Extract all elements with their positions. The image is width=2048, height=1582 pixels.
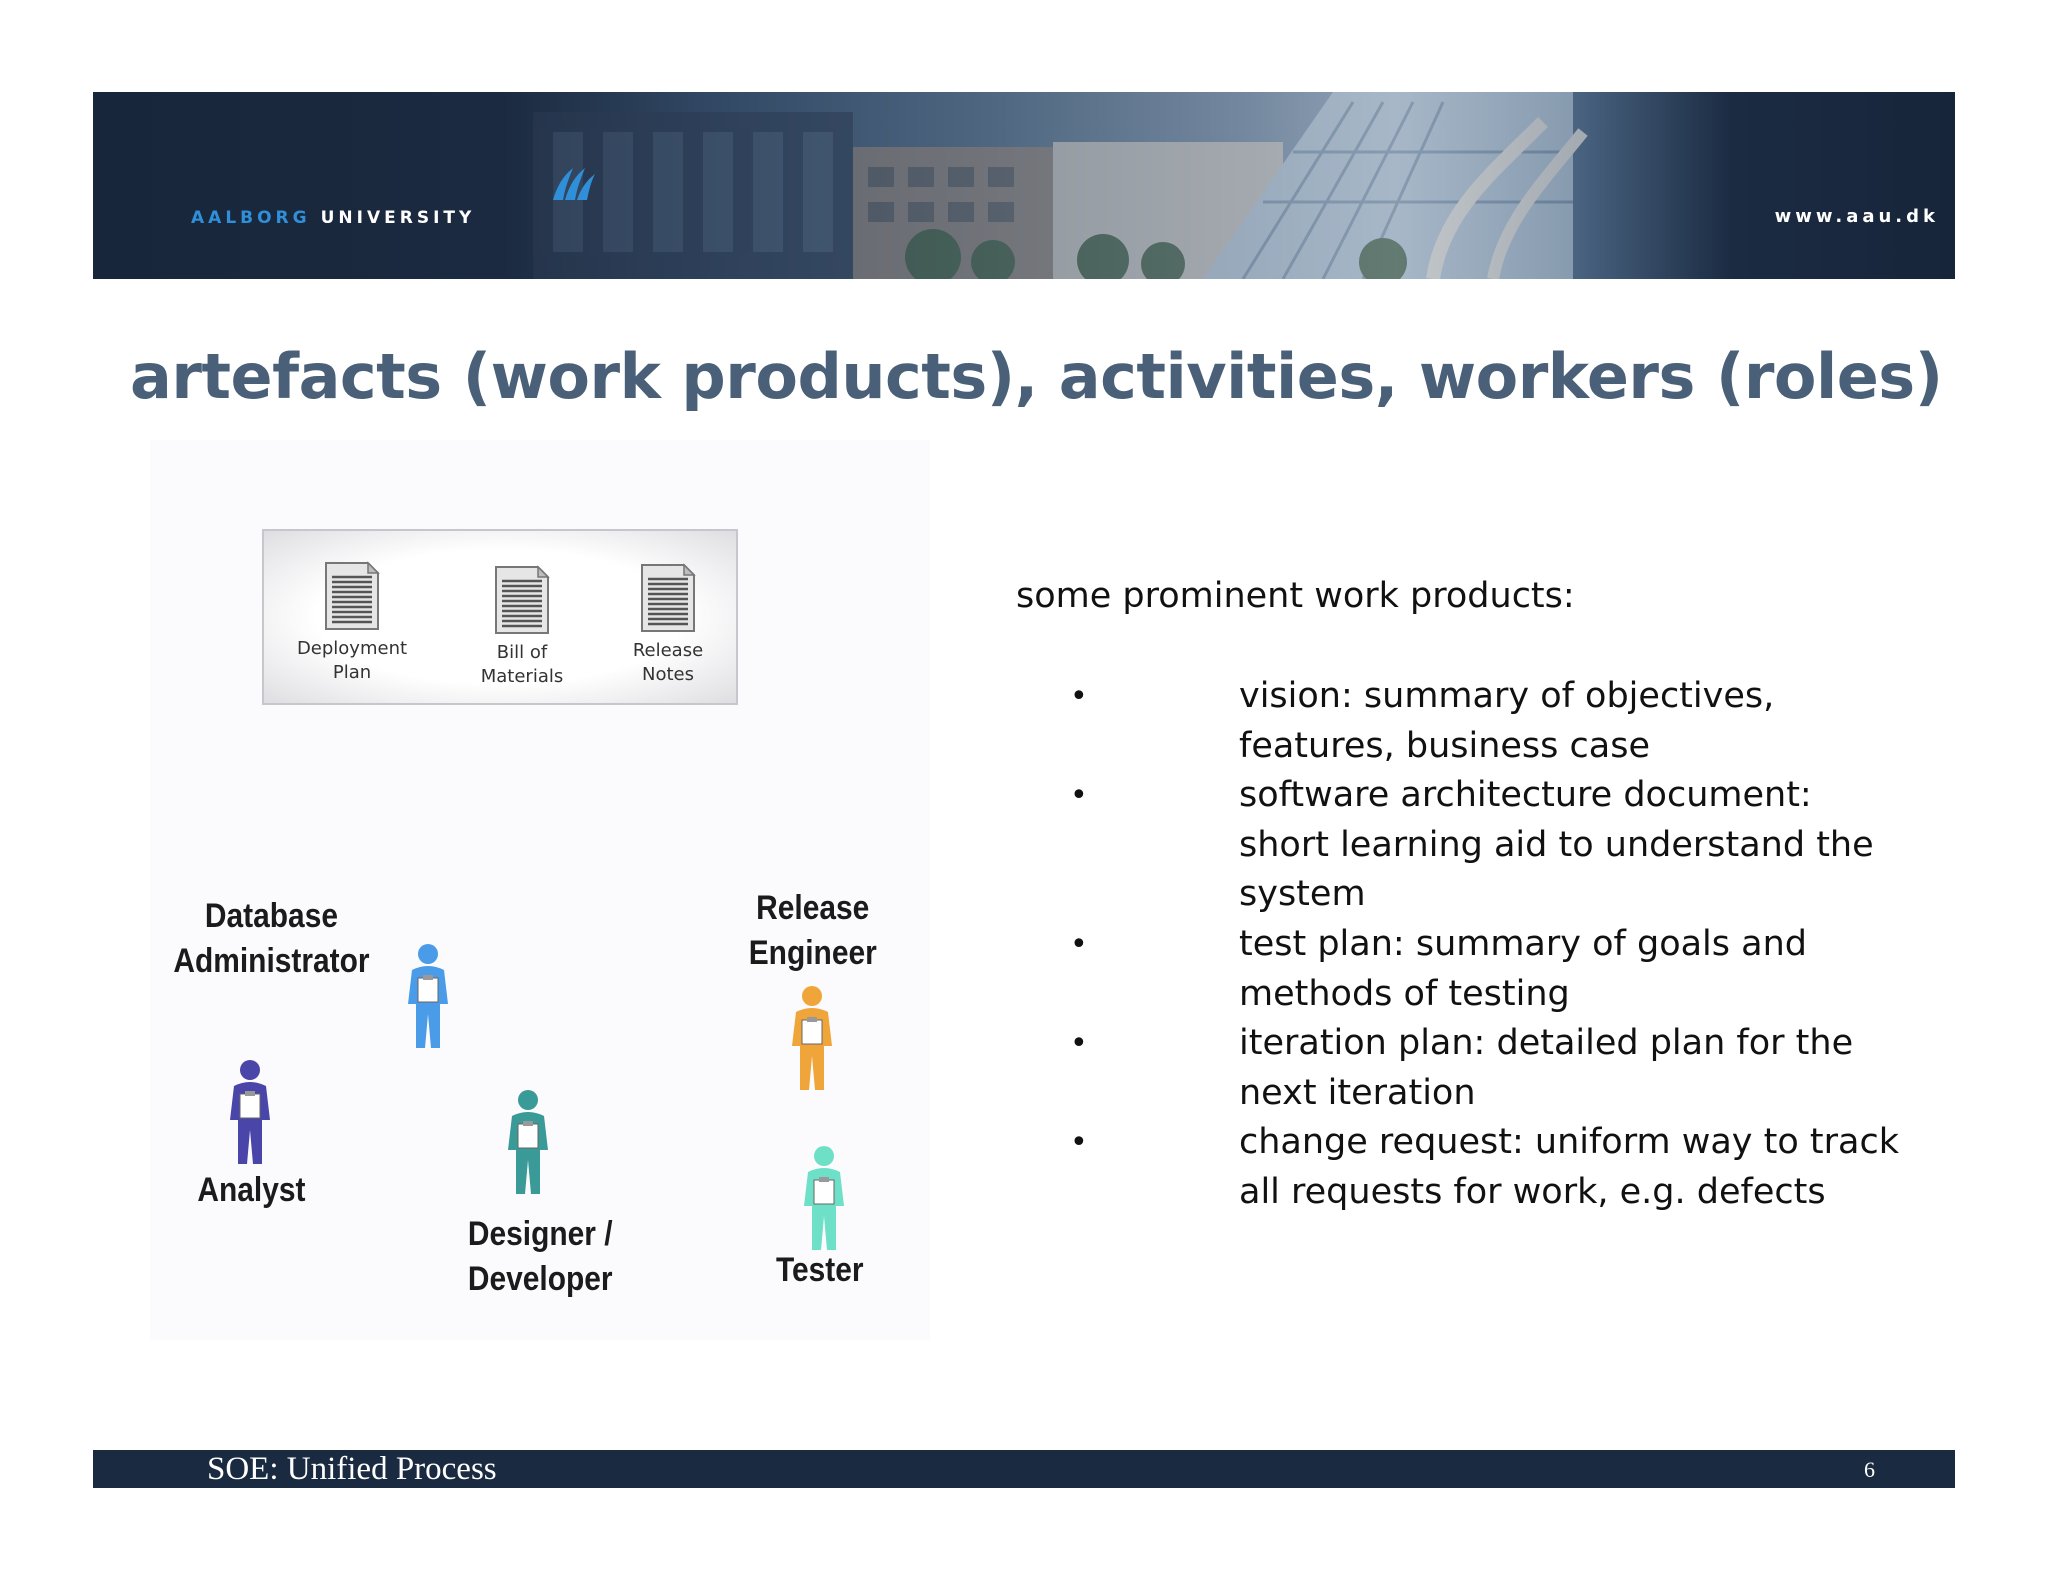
document-icon (641, 563, 696, 632)
analyst-figure-icon (230, 1060, 270, 1164)
work-products-intro: some prominent work products: (1016, 576, 1575, 616)
list-item: • vision: summary of objectives, feature… (1060, 672, 1960, 771)
header-banner: AALBORG UNIVERSITY www.aau.dk (93, 92, 1955, 279)
slide-title: artefacts (work products), activities, w… (130, 340, 1943, 413)
role-label-tester: Tester (775, 1251, 864, 1289)
bullet-icon: • (1070, 1125, 1088, 1161)
database-administrator-figure-icon (408, 944, 448, 1048)
document-icon (495, 565, 550, 634)
bullet-icon: • (1070, 778, 1088, 814)
document-icon (325, 561, 380, 630)
tester-figure-icon (804, 1146, 844, 1250)
university-name: AALBORG UNIVERSITY (191, 208, 475, 228)
release-engineer-figure-icon (792, 986, 832, 1090)
footer-title: SOE: Unified Process (207, 1451, 497, 1487)
artifacts-panel: Deployment Plan Bill of Materials Releas… (262, 529, 738, 705)
bullet-icon: • (1070, 679, 1088, 714)
work-products-list: • vision: summary of objectives, feature… (1060, 672, 1960, 1218)
role-label-database-administrator: Database Administrator (173, 897, 370, 980)
role-label-designer-developer: Designer / Developer (467, 1215, 613, 1298)
artifact-release-notes: Release Notes (598, 563, 738, 687)
list-item: • change request: uniform way to track a… (1060, 1118, 1960, 1217)
footer-bar: SOE: Unified Process 6 (93, 1450, 1955, 1488)
university-name-part2: UNIVERSITY (320, 208, 476, 228)
artifact-label: Deployment Plan (296, 638, 408, 683)
aau-logo-icon (553, 168, 595, 200)
list-item: • test plan: summary of goals and method… (1060, 920, 1960, 1019)
list-item: • software architecture document: short … (1060, 771, 1960, 920)
artifact-deployment-plan: Deployment Plan (282, 561, 422, 685)
website-url: www.aau.dk (1774, 206, 1939, 227)
campus-building-photo (533, 92, 1588, 279)
artifact-label: Bill of Materials (480, 642, 564, 687)
artifact-label: Release Notes (632, 640, 704, 685)
university-name-part1: AALBORG (191, 208, 311, 228)
bullet-icon: • (1070, 926, 1088, 962)
bullet-icon: • (1070, 1026, 1088, 1062)
role-label-analyst: Analyst (197, 1171, 306, 1209)
list-item: • iteration plan: detailed plan for the … (1060, 1019, 1960, 1118)
designer-developer-figure-icon (508, 1090, 548, 1194)
artifact-bill-of-materials: Bill of Materials (452, 565, 592, 689)
page-number: 6 (1864, 1457, 1875, 1482)
role-label-release-engineer: Release Engineer (748, 889, 877, 972)
